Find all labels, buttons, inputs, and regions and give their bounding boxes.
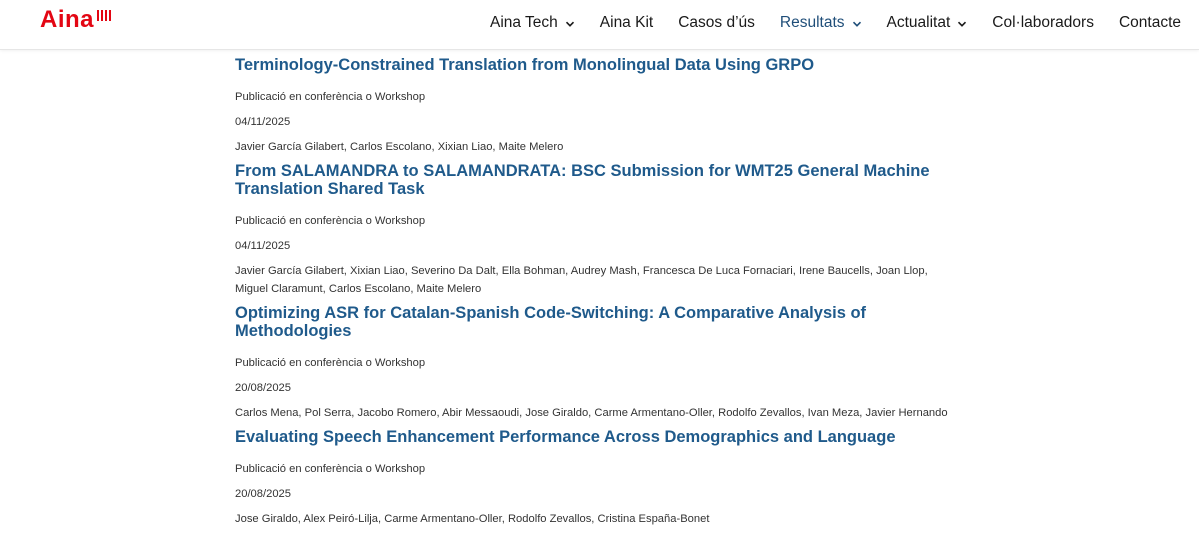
nav-item-label: Aina Kit — [599, 14, 654, 31]
chevron-down-icon — [852, 21, 861, 27]
publication-type: Publicació en conferència o Workshop — [235, 91, 426, 103]
nav-item-label: Actualitat — [886, 14, 951, 31]
nav-item-collaboradors[interactable]: Col·laboradors — [992, 14, 1094, 32]
chevron-down-icon — [565, 21, 574, 27]
publication-authors: Javier García Gilabert, Carlos Escolano,… — [235, 141, 564, 153]
chevron-down-icon — [958, 21, 967, 27]
site-header: Aina Aina Tech Aina Kit Casos d’ús Resul… — [0, 0, 1199, 50]
nav-item-casos-dus[interactable]: Casos d’ús — [678, 14, 755, 32]
nav-item-resultats[interactable]: Resultats — [780, 14, 862, 32]
publication-item: Terminology-Constrained Translation from… — [235, 56, 955, 156]
publication-title-link[interactable]: Optimizing ASR for Catalan-Spanish Code-… — [235, 304, 955, 340]
nav-item-aina-tech[interactable]: Aina Tech — [490, 14, 575, 32]
main-nav: Aina Tech Aina Kit Casos d’ús Resultats … — [465, 0, 1181, 46]
publication-item: Evaluating Speech Enhancement Performanc… — [235, 428, 955, 528]
aina-logo[interactable]: Aina — [40, 6, 112, 34]
logo-text: Aina — [40, 6, 95, 33]
publication-date: 04/11/2025 — [235, 240, 291, 252]
nav-item-actualitat[interactable]: Actualitat — [887, 14, 968, 32]
nav-item-aina-kit[interactable]: Aina Kit — [600, 14, 653, 32]
nav-item-label: Contacte — [1118, 14, 1181, 31]
publication-type: Publicació en conferència o Workshop — [235, 357, 426, 369]
logo-bars-icon — [97, 10, 112, 21]
publication-item: Optimizing ASR for Catalan-Spanish Code-… — [235, 304, 955, 422]
publication-authors: Javier García Gilabert, Xixian Liao, Sev… — [235, 265, 928, 295]
publication-title-link[interactable]: Evaluating Speech Enhancement Performanc… — [235, 428, 955, 446]
nav-item-label: Aina Tech — [489, 14, 558, 31]
nav-item-label: Col·laboradors — [992, 14, 1094, 31]
publication-item: From SALAMANDRA to SALAMANDRATA: BSC Sub… — [235, 162, 955, 298]
publication-title-link[interactable]: Terminology-Constrained Translation from… — [235, 56, 955, 74]
publication-authors: Carlos Mena, Pol Serra, Jacobo Romero, A… — [235, 407, 948, 419]
publication-type: Publicació en conferència o Workshop — [235, 463, 426, 475]
publication-date: 20/08/2025 — [235, 488, 291, 500]
publication-date: 20/08/2025 — [235, 382, 291, 394]
nav-item-label: Casos d’ús — [678, 14, 755, 31]
publication-title-link[interactable]: From SALAMANDRA to SALAMANDRATA: BSC Sub… — [235, 162, 955, 198]
nav-item-label: Resultats — [779, 14, 845, 31]
publications-list: Terminology-Constrained Translation from… — [235, 56, 955, 528]
publication-type: Publicació en conferència o Workshop — [235, 215, 426, 227]
nav-item-contacte[interactable]: Contacte — [1119, 14, 1181, 32]
publication-authors: Jose Giraldo, Alex Peiró-Lilja, Carme Ar… — [235, 513, 710, 525]
publication-date: 04/11/2025 — [235, 116, 291, 128]
